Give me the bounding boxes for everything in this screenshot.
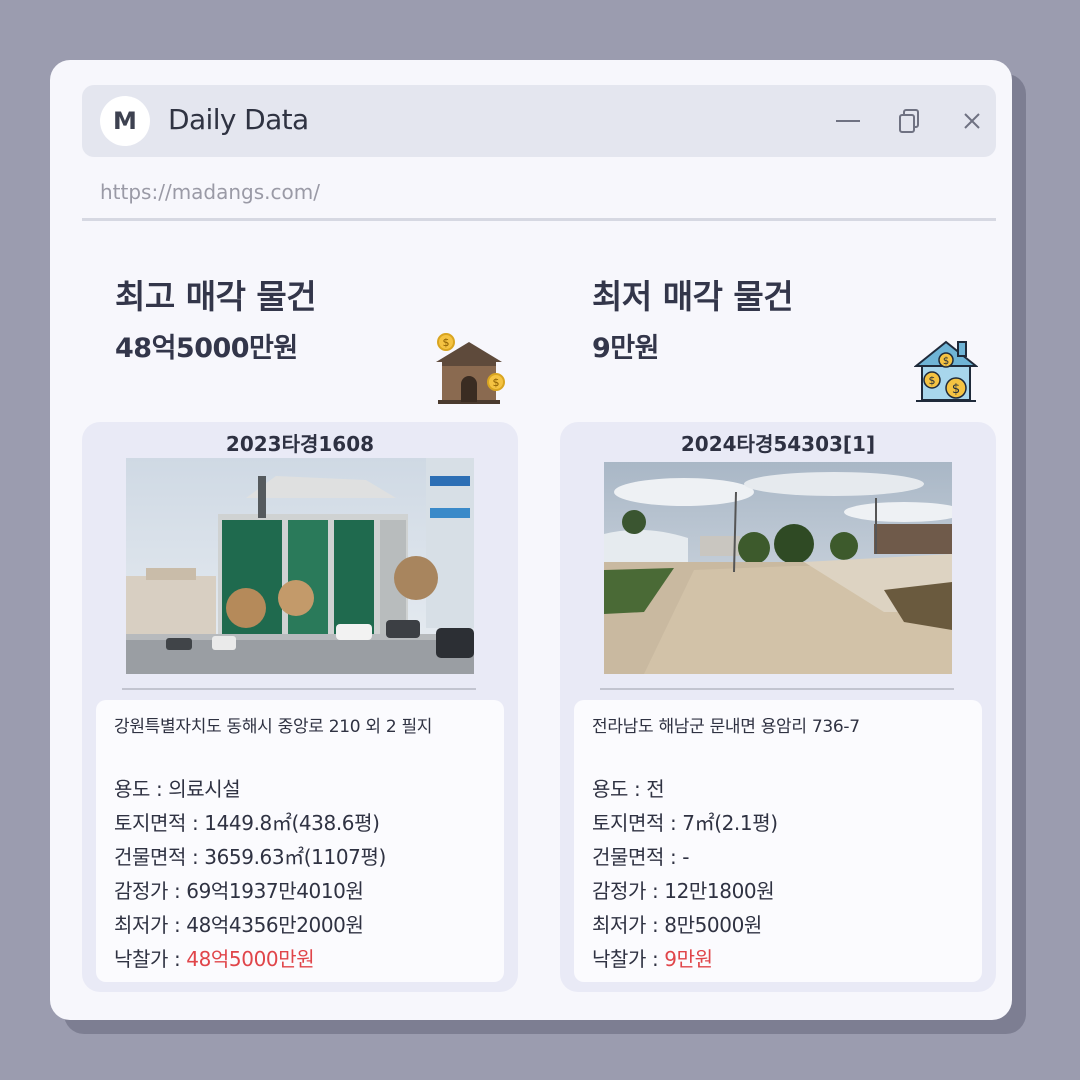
close-button[interactable] (956, 105, 988, 137)
highest-heading: 최고 매각 물건 (115, 277, 317, 316)
close-icon (964, 113, 980, 129)
winning-bid-label: 낙찰가 : (592, 947, 665, 971)
appraisal-label: 감정가 : (592, 879, 665, 903)
property-photo (126, 458, 474, 674)
land-area-label: 토지면적 : (592, 811, 683, 835)
property-info: 전라남도 해남군 문내면 용암리 736-7 용도 : 전 토지면적 : 7㎡(… (574, 700, 982, 982)
app-title: Daily Data (168, 103, 309, 136)
svg-text:$: $ (943, 356, 949, 367)
winning-bid-row: 낙찰가 : 48억5000만원 (114, 942, 386, 976)
building-area-row: 건물면적 : 3659.63㎡(1107평) (114, 840, 386, 874)
property-details: 용도 : 의료시설 토지면적 : 1449.8㎡(438.6평) 건물면적 : … (114, 772, 386, 976)
title-bar: M Daily Data (82, 85, 996, 157)
usage-value: 전 (646, 777, 665, 801)
house-coins-icon: $ $ (432, 332, 506, 410)
property-address: 강원특별자치도 동해시 중앙로 210 외 2 필지 (114, 717, 433, 737)
property-address: 전라남도 해남군 문내면 용암리 736-7 (592, 717, 860, 737)
svg-text:$: $ (443, 336, 450, 349)
property-info: 강원특별자치도 동해시 중앙로 210 외 2 필지 용도 : 의료시설 토지면… (96, 700, 504, 982)
winning-bid-label: 낙찰가 : (114, 947, 187, 971)
winning-bid-value: 9만원 (664, 947, 713, 971)
appraisal-value: 12만1800원 (664, 879, 775, 903)
usage-row: 용도 : 의료시설 (114, 772, 386, 806)
usage-label: 용도 : (592, 777, 647, 801)
building-area-label: 건물면적 : (114, 845, 205, 869)
building-area-value: 3659.63㎡(1107평) (204, 845, 386, 869)
building-area-value: - (682, 845, 690, 869)
property-details: 용도 : 전 토지면적 : 7㎡(2.1평) 건물면적 : - 감정가 : 12… (592, 772, 778, 976)
minimize-button[interactable] (832, 105, 864, 137)
usage-value: 의료시설 (168, 777, 241, 801)
minimum-price-row: 최저가 : 8만5000원 (592, 908, 778, 942)
lowest-price: 9만원 (592, 333, 659, 364)
appraisal-row: 감정가 : 69억1937만4010원 (114, 874, 386, 908)
usage-label: 용도 : (114, 777, 169, 801)
winning-bid-value: 48억5000만원 (186, 947, 315, 971)
minimum-price-value: 8만5000원 (664, 913, 762, 937)
minimum-price-row: 최저가 : 48억4356만2000원 (114, 908, 386, 942)
card-divider (600, 688, 954, 690)
minimize-icon (836, 120, 860, 122)
winning-bid-row: 낙찰가 : 9만원 (592, 942, 778, 976)
appraisal-row: 감정가 : 12만1800원 (592, 874, 778, 908)
app-avatar: M (100, 96, 150, 146)
usage-row: 용도 : 전 (592, 772, 778, 806)
minimum-price-label: 최저가 : (592, 913, 665, 937)
property-photo (604, 462, 952, 674)
land-area-row: 토지면적 : 1449.8㎡(438.6평) (114, 806, 386, 840)
svg-text:$: $ (952, 382, 960, 397)
highest-card[interactable]: 2023타경1608 강원특별자치도 동해시 중앙로 210 외 2 필지 용도… (82, 422, 518, 992)
case-number: 2023타경1608 (225, 432, 375, 456)
highest-price: 48억5000만원 (115, 333, 298, 364)
lowest-card[interactable]: 2024타경54303[1] 전라남도 해남군 문내면 용암리 736-7 용도… (560, 422, 996, 992)
svg-text:$: $ (493, 376, 500, 389)
copy-icon (899, 109, 919, 133)
land-area-value: 7㎡(2.1평) (682, 811, 778, 835)
land-area-label: 토지면적 : (114, 811, 205, 835)
land-area-value: 1449.8㎡(438.6평) (204, 811, 380, 835)
case-number: 2024타경54303[1] (680, 432, 876, 456)
house-money-icon: $ $ $ (913, 338, 979, 408)
minimum-price-label: 최저가 : (114, 913, 187, 937)
copy-button[interactable] (894, 105, 926, 137)
appraisal-value: 69억1937만4010원 (186, 879, 364, 903)
app-window: M Daily Data https://madangs.com/ 최고 매각 … (50, 60, 1012, 1020)
card-divider (122, 688, 476, 690)
header-divider (82, 218, 996, 221)
minimum-price-value: 48억4356만2000원 (186, 913, 364, 937)
lowest-heading: 최저 매각 물건 (592, 277, 794, 316)
svg-text:$: $ (929, 374, 936, 387)
land-area-row: 토지면적 : 7㎡(2.1평) (592, 806, 778, 840)
building-area-label: 건물면적 : (592, 845, 683, 869)
building-area-row: 건물면적 : - (592, 840, 778, 874)
appraisal-label: 감정가 : (114, 879, 187, 903)
url-text[interactable]: https://madangs.com/ (100, 180, 320, 204)
